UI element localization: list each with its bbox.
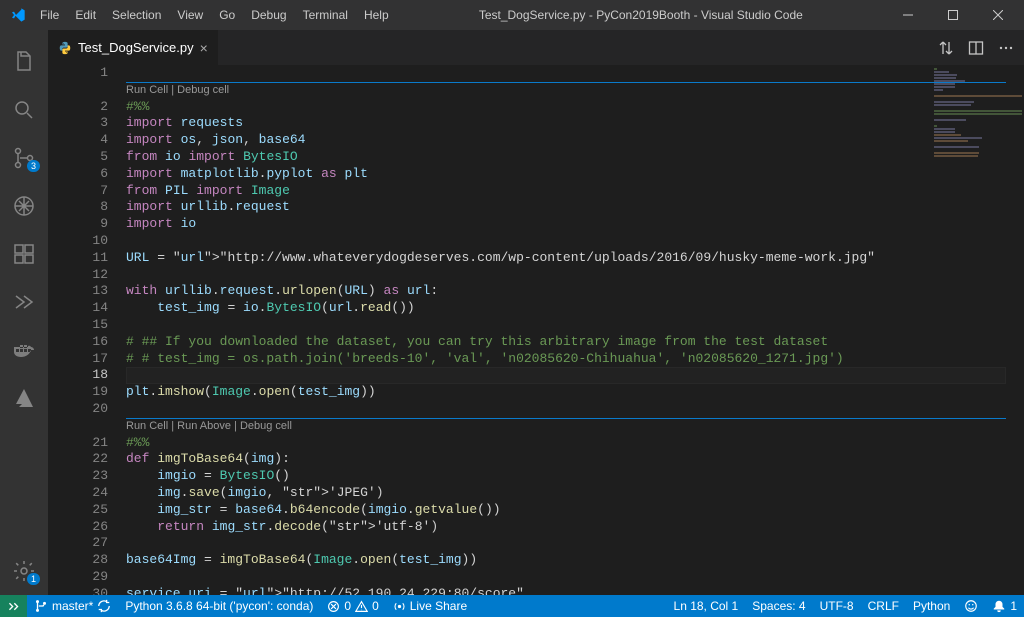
scm-badge: 3 bbox=[27, 160, 40, 172]
bell-icon bbox=[992, 599, 1006, 613]
tab-close-icon[interactable]: × bbox=[200, 40, 208, 56]
error-count: 0 bbox=[344, 599, 351, 613]
notification-count: 1 bbox=[1010, 599, 1017, 613]
language-mode[interactable]: Python bbox=[906, 599, 957, 613]
settings-badge: 1 bbox=[27, 573, 40, 585]
eol-status[interactable]: CRLF bbox=[861, 599, 906, 613]
azure-icon[interactable] bbox=[0, 374, 48, 422]
indent-status[interactable]: Spaces: 4 bbox=[745, 599, 812, 613]
live-share[interactable]: Live Share bbox=[386, 595, 474, 617]
liveshare-label: Live Share bbox=[410, 599, 467, 613]
code-content[interactable]: Run Cell | Debug cell#%%import requestsi… bbox=[126, 65, 1024, 595]
extensions-icon[interactable] bbox=[0, 230, 48, 278]
source-control-icon[interactable]: 3 bbox=[0, 134, 48, 182]
error-icon bbox=[327, 600, 340, 613]
menu-help[interactable]: Help bbox=[356, 4, 397, 26]
menu-go[interactable]: Go bbox=[211, 4, 243, 26]
compare-changes-icon[interactable] bbox=[938, 40, 954, 56]
problems[interactable]: 0 0 bbox=[320, 595, 385, 617]
tab-label: Test_DogService.py bbox=[78, 40, 194, 55]
python-file-icon bbox=[58, 41, 72, 55]
explorer-icon[interactable] bbox=[0, 38, 48, 86]
codelens-cell1[interactable]: Run Cell | Debug cell bbox=[126, 82, 1024, 99]
window-title: Test_DogService.py - PyCon2019Booth - Vi… bbox=[397, 8, 885, 22]
editor-actions bbox=[938, 30, 1024, 65]
close-button[interactable] bbox=[975, 0, 1020, 30]
status-bar: master* Python 3.6.8 64-bit ('pycon': co… bbox=[0, 595, 1024, 617]
main: 3 1 Test_DogService.py × bbox=[0, 30, 1024, 595]
menu-selection[interactable]: Selection bbox=[104, 4, 169, 26]
split-editor-icon[interactable] bbox=[968, 40, 984, 56]
menu-terminal[interactable]: Terminal bbox=[295, 4, 356, 26]
python-interpreter[interactable]: Python 3.6.8 64-bit ('pycon': conda) bbox=[118, 595, 320, 617]
tab-test-dogservice[interactable]: Test_DogService.py × bbox=[48, 30, 219, 65]
remote-icon[interactable] bbox=[0, 278, 48, 326]
debug-icon[interactable] bbox=[0, 182, 48, 230]
minimap[interactable] bbox=[934, 65, 1024, 185]
git-branch-icon bbox=[34, 599, 48, 613]
tab-bar: Test_DogService.py × bbox=[48, 30, 1024, 65]
editor-area: Test_DogService.py × 1 23456789101112131… bbox=[48, 30, 1024, 595]
git-branch[interactable]: master* bbox=[27, 595, 118, 617]
settings-icon[interactable]: 1 bbox=[0, 547, 48, 595]
titlebar: File Edit Selection View Go Debug Termin… bbox=[0, 0, 1024, 30]
branch-name: master* bbox=[52, 599, 93, 613]
menu-file[interactable]: File bbox=[32, 4, 67, 26]
cursor-position[interactable]: Ln 18, Col 1 bbox=[667, 599, 746, 613]
warning-icon bbox=[355, 600, 368, 613]
code-editor[interactable]: 1 234567891011121314151617181920 2122232… bbox=[48, 65, 1024, 595]
menu-view[interactable]: View bbox=[169, 4, 211, 26]
minimize-button[interactable] bbox=[885, 0, 930, 30]
menu-edit[interactable]: Edit bbox=[67, 4, 104, 26]
warning-count: 0 bbox=[372, 599, 379, 613]
docker-icon[interactable] bbox=[0, 326, 48, 374]
broadcast-icon bbox=[393, 600, 406, 613]
more-actions-icon[interactable] bbox=[998, 40, 1014, 56]
remote-status[interactable] bbox=[0, 595, 27, 617]
codelens-cell2[interactable]: Run Cell | Run Above | Debug cell bbox=[126, 418, 1024, 435]
line-gutter: 1 234567891011121314151617181920 2122232… bbox=[48, 65, 126, 595]
menu-debug[interactable]: Debug bbox=[243, 4, 294, 26]
search-icon[interactable] bbox=[0, 86, 48, 134]
menu-bar: File Edit Selection View Go Debug Termin… bbox=[32, 4, 397, 26]
maximize-button[interactable] bbox=[930, 0, 975, 30]
activity-bar: 3 1 bbox=[0, 30, 48, 595]
notifications[interactable]: 1 bbox=[985, 599, 1024, 613]
feedback[interactable] bbox=[957, 599, 985, 613]
window-controls bbox=[885, 0, 1020, 30]
sync-icon bbox=[97, 599, 111, 613]
smiley-icon bbox=[964, 599, 978, 613]
encoding-status[interactable]: UTF-8 bbox=[813, 599, 861, 613]
vscode-logo-icon bbox=[10, 7, 26, 23]
